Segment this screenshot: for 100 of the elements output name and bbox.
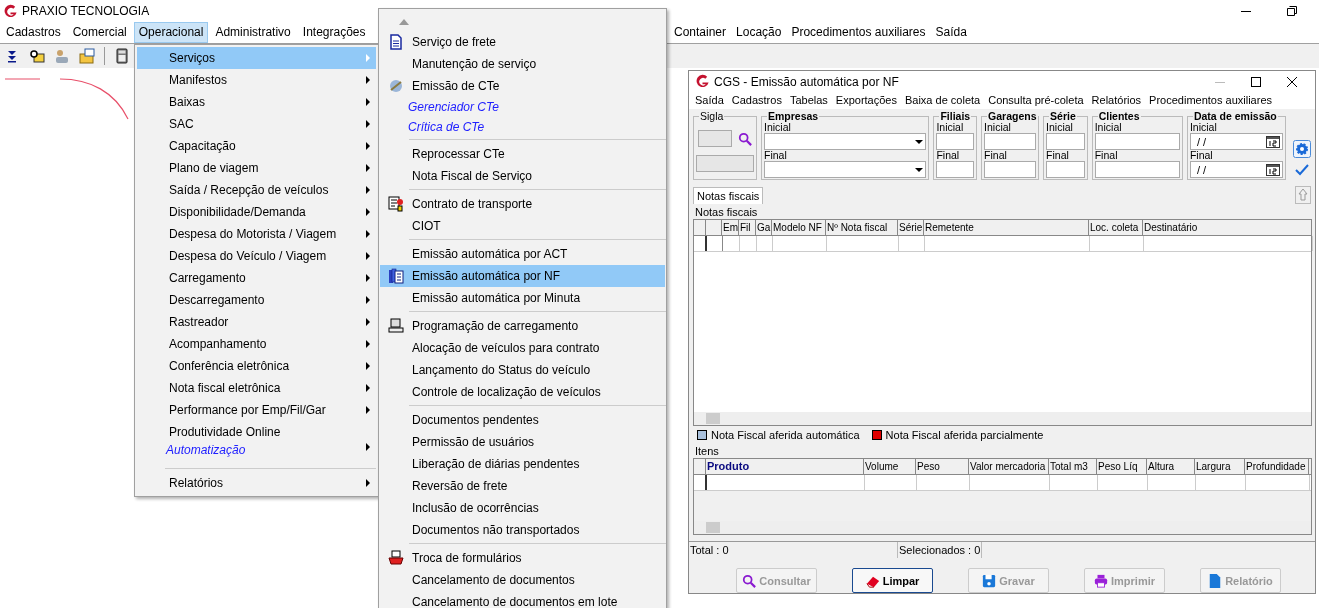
menu-entry[interactable]: Rastreador [137,311,376,333]
menu-entry[interactable]: Emissão de CTe [380,75,665,97]
column-header[interactable]: Valor mercadoria [969,459,1049,474]
menu-entry[interactable]: Inclusão de ocorrências [380,497,665,519]
menu-entry[interactable]: Cancelamento de documentos em lote [380,591,665,608]
menu-entry[interactable]: Manifestos [137,69,376,91]
menu-entry[interactable]: Contrato de transporte [380,193,665,215]
menu-entry[interactable]: Acompanhamento [137,333,376,355]
menu-entry[interactable]: Capacitação [137,135,376,157]
dropdown-field[interactable] [764,133,927,151]
column-header[interactable]: Profundidade [1245,459,1309,474]
menu-entry[interactable]: Serviços [137,47,376,69]
menu-item[interactable]: Comercial [67,22,132,43]
menu-entry[interactable]: Liberação de diárias pendentes [380,453,665,475]
menu-item[interactable]: Procedimentos auxiliares [1149,94,1272,107]
input-field[interactable] [1046,161,1085,179]
input-field[interactable] [984,133,1037,151]
menu-entry[interactable]: Disponibilidade/Demanda [137,201,376,223]
menu-entry[interactable]: Documentos não transportados [380,519,665,541]
menu-item[interactable]: Cadastros [731,94,782,107]
menu-entry[interactable]: Saída / Recepção de veículos [137,179,376,201]
menu-item[interactable]: Administrativo [210,22,296,43]
folder-window-icon[interactable] [79,48,95,64]
tab[interactable]: Notas fiscais [693,187,764,204]
column-header[interactable]: Total m3 [1049,459,1097,474]
date-field[interactable]: / / [1189,133,1283,151]
menu-item[interactable]: Baixa de coleta [904,94,981,107]
menu-item[interactable]: Tabelas [789,94,828,107]
input-field[interactable] [698,130,732,148]
menu-entry[interactable]: Permissão de usuários [380,431,665,453]
column-header[interactable]: Peso Líq [1097,459,1147,474]
menu-entry[interactable]: Lançamento do Status do veículo [380,359,665,381]
menu-entry[interactable]: Gerenciador CTe [380,97,665,117]
column-header[interactable]: Altura [1147,459,1195,474]
menu-item[interactable]: Locação [731,22,787,43]
menu-entry[interactable]: Emissão automática por NF [380,265,665,287]
menu-item[interactable]: Integrações [297,22,371,43]
column-header[interactable]: Modelo NF [772,220,826,235]
menu-entry[interactable]: Despesa do Veículo / Viagem [137,245,376,267]
menu-entry[interactable]: CIOT [380,215,665,237]
menu-entry[interactable]: Performance por Emp/Fil/Gar [137,399,376,421]
menu-item[interactable]: Saída [695,94,724,107]
menu-entry[interactable]: Documentos pendentes [380,409,665,431]
menu-entry[interactable]: Automatização [137,443,376,461]
calculator-icon[interactable] [114,48,130,64]
menu-entry[interactable]: Conferência eletrônica [137,355,376,377]
menu-entry[interactable]: Baixas [137,91,376,113]
calendar-icon[interactable] [1266,163,1280,176]
column-header[interactable]: Nº Nota fiscal [826,220,898,235]
menu-item[interactable]: Operacional [133,22,209,43]
menu-entry[interactable]: Crítica de CTe [380,117,665,137]
menu-entry[interactable]: Reprocessar CTe [380,143,665,165]
menu-item[interactable]: Saída [930,22,972,43]
menu-entry[interactable]: Serviço de frete [380,31,665,53]
menu-entry[interactable]: Relatórios [137,472,376,494]
restore-icon[interactable] [1287,6,1297,16]
column-header[interactable]: Série [898,220,924,235]
people-icon[interactable] [54,48,70,64]
dropdown-field[interactable] [764,161,927,179]
date-field[interactable]: / / [1189,161,1283,179]
calendar-icon[interactable] [1266,135,1280,148]
menu-entry[interactable]: Troca de formulários [380,547,665,569]
input-field[interactable] [1094,161,1180,179]
menu-item[interactable]: Cadastros [1,22,66,43]
search-icon[interactable] [738,131,752,146]
folder-search-icon[interactable] [29,48,45,64]
menu-entry[interactable]: Despesa do Motorista / Viagem [137,223,376,245]
menu-entry[interactable]: Alocação de veículos para contrato [380,337,665,359]
input-field[interactable] [936,133,975,151]
scroll-up-icon[interactable] [399,19,409,25]
menu-entry[interactable]: SAC [137,113,376,135]
menu-entry[interactable]: Produtividade Online [137,421,376,443]
menu-entry[interactable]: Descarregamento [137,289,376,311]
menu-item[interactable]: Procedimentos auxiliares [786,22,931,43]
menu-entry[interactable]: Nota Fiscal de Serviço [380,165,665,187]
menu-item[interactable]: Consulta pré-coleta [988,94,1084,107]
menu-entry[interactable]: Emissão automática por Minuta [380,287,665,309]
column-header[interactable]: Destinatário [1143,220,1312,235]
column-header[interactable]: Volume [864,459,916,474]
maximize-icon[interactable] [1251,76,1261,87]
menu-entry[interactable]: Cancelamento de documentos [380,569,665,591]
action-button[interactable]: Limpar [852,568,933,593]
menu-entry[interactable]: Plano de viagem [137,157,376,179]
input-field[interactable] [984,161,1037,179]
menu-entry[interactable]: Nota fiscal eletrônica [137,377,376,399]
column-header[interactable]: Fil [739,220,756,235]
menu-entry[interactable]: Carregamento [137,267,376,289]
close-icon[interactable] [1287,76,1297,87]
column-header[interactable]: Produto [706,459,864,474]
menu-entry[interactable]: Reversão de frete [380,475,665,497]
column-header[interactable]: Largura [1195,459,1245,474]
input-field[interactable] [936,161,975,179]
input-field[interactable] [1094,133,1180,151]
column-header[interactable]: Ga [756,220,772,235]
menu-item[interactable]: Relatórios [1091,94,1142,107]
up-arrow-icon[interactable] [1295,186,1311,204]
menu-item[interactable]: Exportações [835,94,897,107]
column-header[interactable]: Em [722,220,739,235]
settings-icon[interactable] [1293,140,1311,159]
menu-entry[interactable]: Programação de carregamento [380,315,665,337]
